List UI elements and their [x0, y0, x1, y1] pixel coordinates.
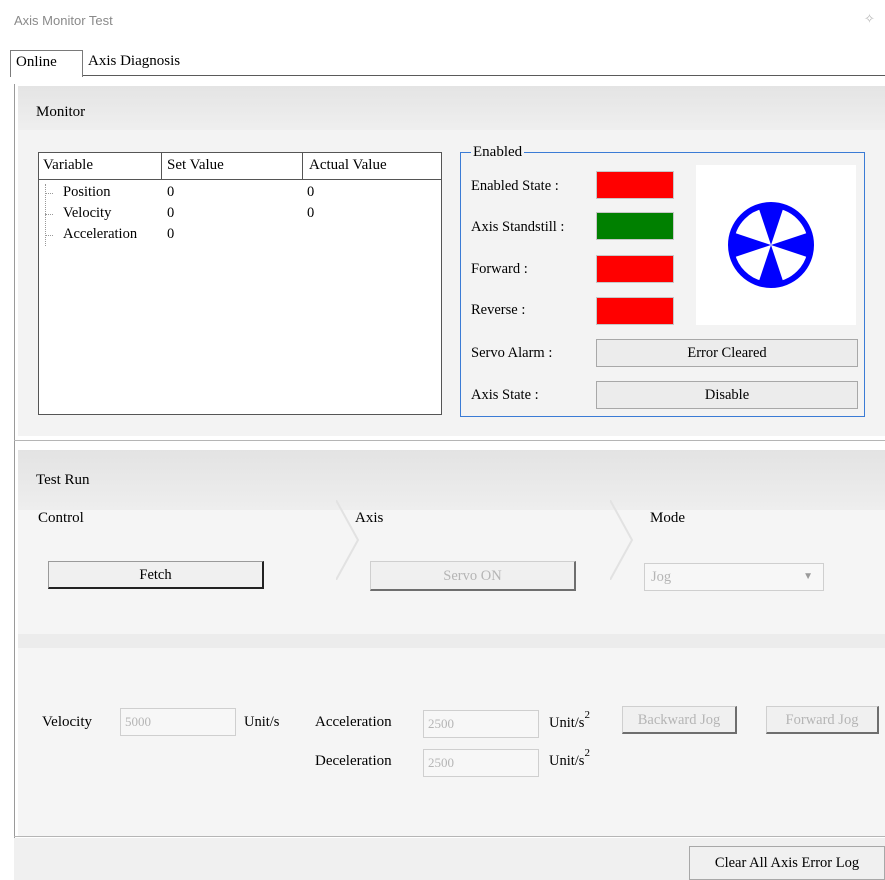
section-divider	[14, 440, 885, 441]
variable-name: Position	[63, 184, 111, 200]
servo-on-button[interactable]: Servo ON	[370, 561, 576, 591]
column-actual-value[interactable]: Actual Value	[309, 157, 387, 174]
axis-wheel-panel	[696, 165, 856, 325]
axis-standstill-label: Axis Standstill :	[471, 219, 565, 235]
axis-state-status: Disable	[596, 381, 858, 409]
deceleration-input[interactable]: 2500	[423, 749, 539, 777]
title-bar: Axis Monitor Test ✧	[0, 0, 885, 36]
control-label: Control	[38, 510, 84, 526]
chevron-down-icon: ▼	[803, 571, 813, 582]
window-title: Axis Monitor Test	[14, 13, 113, 28]
monitor-section: Monitor Variable Set Value Actual Value …	[18, 86, 885, 436]
clear-all-axis-error-log-button[interactable]: Clear All Axis Error Log	[689, 846, 885, 880]
enabled-state-label: Enabled State :	[471, 178, 559, 194]
forward-indicator	[596, 255, 674, 283]
enabled-group-label: Enabled	[471, 144, 525, 161]
pin-icon[interactable]: ✧	[864, 12, 878, 26]
mode-label: Mode	[650, 510, 685, 526]
column-divider[interactable]	[302, 153, 303, 180]
forward-label: Forward :	[471, 261, 528, 277]
variable-name: Velocity	[63, 205, 112, 221]
forward-jog-button[interactable]: Forward Jog	[766, 706, 879, 734]
table-row[interactable]: Position 0 0	[39, 184, 441, 204]
velocity-input[interactable]: 5000	[120, 708, 236, 736]
backward-jog-button[interactable]: Backward Jog	[622, 706, 737, 734]
test-run-section: Test Run Control Axis Mode Fetch Servo O…	[18, 450, 885, 836]
footer-divider	[14, 836, 885, 837]
enabled-group: Enabled Enabled State : Axis Standstill …	[460, 144, 865, 417]
actual-value: 0	[307, 205, 315, 221]
test-run-title: Test Run	[36, 472, 90, 488]
monitor-header	[18, 86, 885, 130]
acceleration-unit: Unit/s2	[549, 709, 590, 731]
axis-standstill-indicator	[596, 212, 674, 240]
variable-table[interactable]: Variable Set Value Actual Value Position…	[38, 152, 442, 415]
set-value: 0	[167, 205, 175, 221]
tab-strip: Online Axis Diagnosis	[10, 50, 885, 77]
axis-wheel-icon	[728, 202, 814, 288]
table-row[interactable]: Velocity 0 0	[39, 205, 441, 225]
set-value: 0	[167, 226, 175, 242]
actual-value: 0	[307, 184, 315, 200]
subsection-band	[18, 634, 885, 648]
tab-axis-diagnosis[interactable]: Axis Diagnosis	[83, 50, 213, 76]
reverse-label: Reverse :	[471, 302, 526, 318]
reverse-indicator	[596, 297, 674, 325]
velocity-label: Velocity	[42, 714, 92, 730]
tab-online[interactable]: Online	[10, 50, 83, 77]
mode-select-value: Jog	[651, 569, 672, 585]
velocity-unit: Unit/s	[244, 714, 280, 730]
table-header: Variable Set Value Actual Value	[39, 153, 441, 180]
variable-name: Acceleration	[63, 226, 138, 242]
acceleration-input[interactable]: 2500	[423, 710, 539, 738]
table-row[interactable]: Acceleration 0	[39, 226, 441, 246]
test-run-header	[18, 450, 885, 510]
servo-alarm-status: Error Cleared	[596, 339, 858, 367]
axis-state-label: Axis State :	[471, 387, 539, 403]
acceleration-label: Acceleration	[315, 714, 392, 730]
deceleration-unit: Unit/s2	[549, 747, 590, 769]
mode-select[interactable]: Jog ▼	[644, 563, 824, 591]
column-set-value[interactable]: Set Value	[167, 157, 224, 174]
set-value: 0	[167, 184, 175, 200]
column-divider[interactable]	[161, 153, 162, 180]
servo-alarm-label: Servo Alarm :	[471, 345, 553, 361]
fetch-button[interactable]: Fetch	[48, 561, 264, 589]
monitor-title: Monitor	[36, 104, 86, 120]
deceleration-label: Deceleration	[315, 753, 392, 769]
column-variable[interactable]: Variable	[43, 157, 93, 174]
enabled-state-indicator	[596, 171, 674, 199]
